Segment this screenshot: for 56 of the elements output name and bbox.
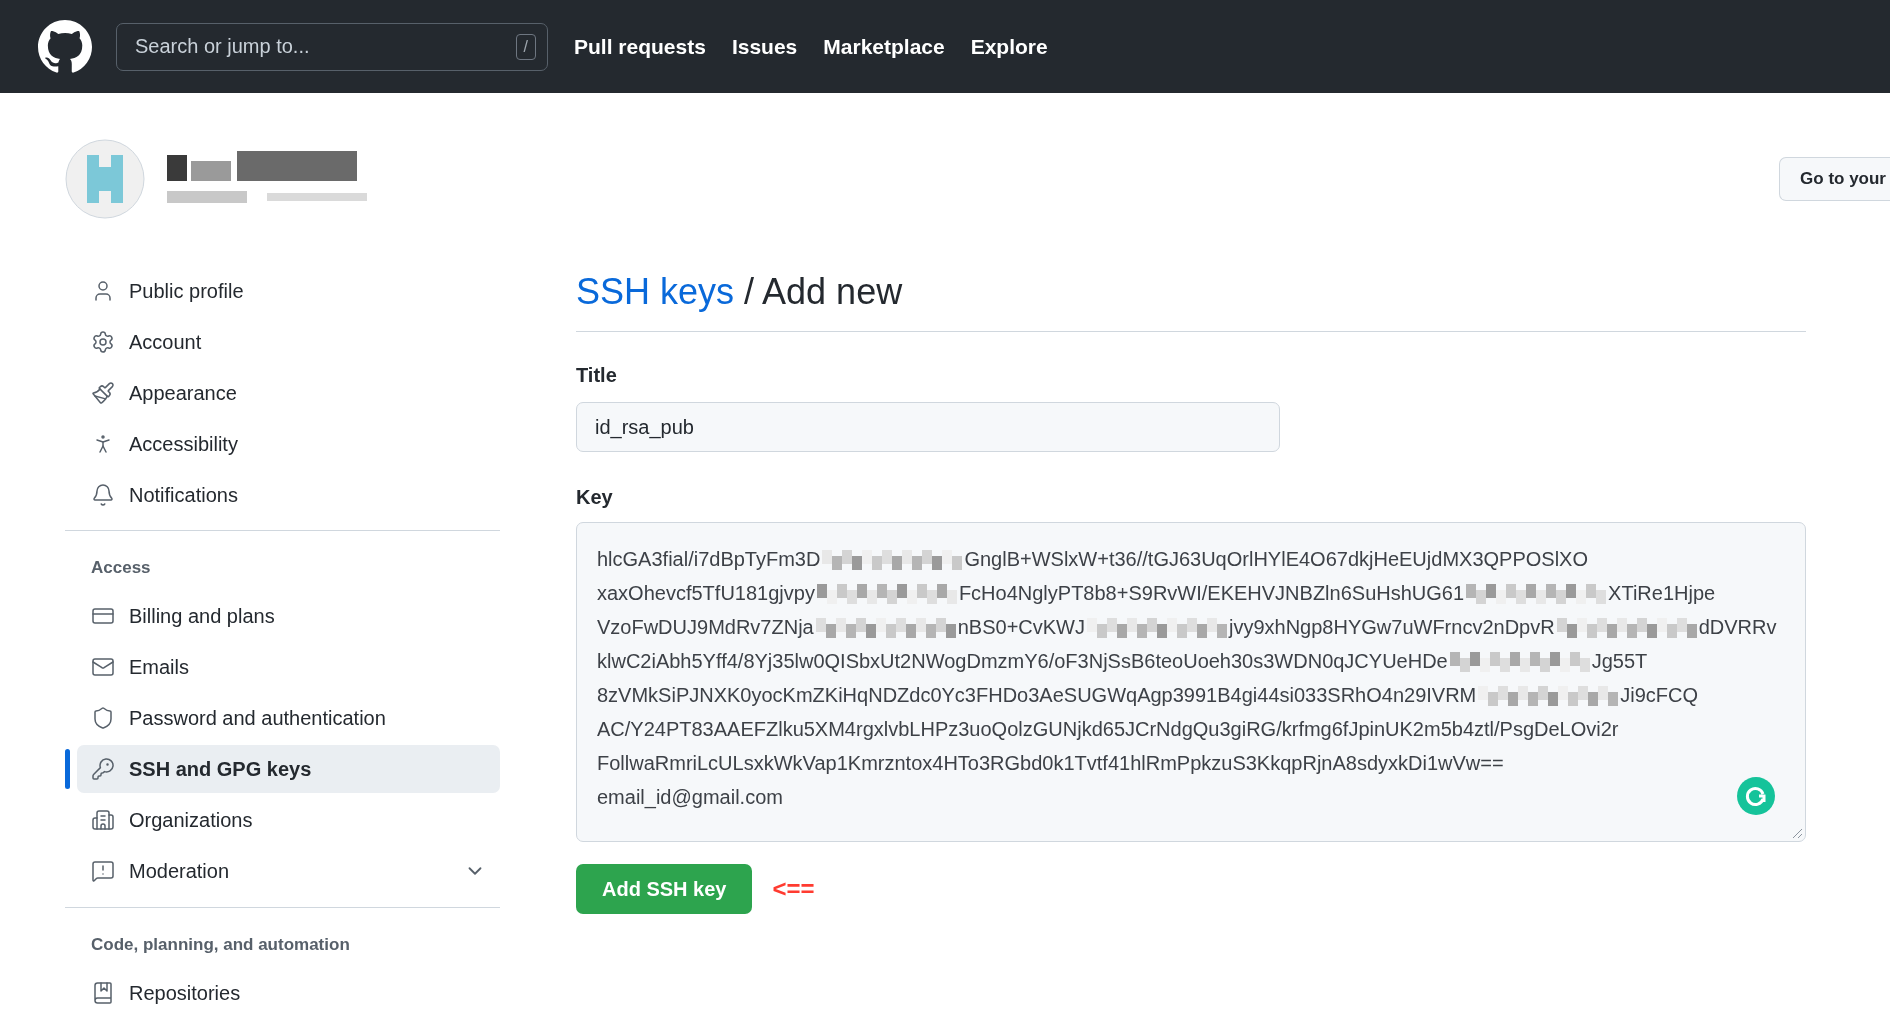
paintbrush-icon bbox=[91, 380, 115, 405]
key-text: Ji9cFCQ bbox=[1620, 683, 1699, 708]
key-text: xaxOhevcf5TfU181gjvpy bbox=[597, 581, 815, 606]
sidebar-item[interactable]: Emails bbox=[77, 643, 500, 691]
sidebar-item[interactable]: Public profile bbox=[77, 266, 500, 315]
page-title: / Add new bbox=[744, 270, 903, 314]
sidebar-item[interactable]: Account bbox=[77, 317, 500, 366]
field-label: Key bbox=[576, 485, 614, 510]
profile-button[interactable]: Go to your bbox=[1779, 157, 1890, 201]
arrow-annotation: <== bbox=[772, 874, 815, 904]
gear-icon bbox=[91, 329, 115, 354]
key-text: XTiRe1Hjpe bbox=[1608, 581, 1716, 606]
key-text: dDVRRv bbox=[1698, 615, 1777, 640]
breadcrumb-link[interactable]: SSH keys bbox=[576, 265, 735, 319]
selected-indicator bbox=[65, 749, 70, 789]
key-text: FollwaRmriLcULsxkWkVap1Kmrzntox4HTo3RGbd0k1Tvtf41hlRmPpkzuS3KkqpRjnA8sdyxkDi1wVw== bbox=[597, 751, 1504, 776]
avatar-icon bbox=[65, 139, 145, 219]
sidebar-item[interactable]: SSH and GPG keys bbox=[77, 745, 500, 793]
resize-handle-icon[interactable] bbox=[1791, 827, 1803, 839]
sidebar-item[interactable]: Password and authentication bbox=[77, 694, 500, 742]
shield-icon bbox=[91, 706, 115, 730]
key-text: AC/Y24PT83AAEFZlku5XM4rgxlvbLHPz3uoQolzGUNjkd65JCrNdgQu3giRG/krfmg6fJpinUK2m5b4ztl/PsgDeLOvi2r bbox=[597, 717, 1619, 742]
key-text: hlcGA3fial/i7dBpTyFm3D bbox=[597, 547, 821, 572]
sidebar-item[interactable]: Billing and plans bbox=[77, 592, 500, 640]
building-icon bbox=[91, 808, 115, 832]
key-text: GnglB+WSlxW+t36//tGJ63UqOrlHYlE4O67dkjHeEUjdMX3QPPOSlXO bbox=[964, 547, 1588, 572]
key-field[interactable] bbox=[576, 522, 1806, 842]
octocat-logo-icon[interactable] bbox=[38, 19, 92, 74]
book-icon bbox=[91, 980, 115, 1005]
sidebar-item[interactable]: Repositories bbox=[77, 968, 500, 1017]
bell-icon bbox=[91, 482, 115, 507]
key-icon bbox=[91, 757, 115, 781]
mail-icon bbox=[91, 655, 115, 679]
sidebar-item[interactable]: Appearance bbox=[77, 368, 500, 417]
shortcut-key: / bbox=[515, 33, 536, 60]
sidebar-item[interactable]: Accessibility bbox=[77, 419, 500, 468]
field-label: Title bbox=[576, 363, 618, 388]
nav-link[interactable]: Explore bbox=[970, 30, 1048, 63]
key-text: klwC2iAbh5Yff4/8Yj35lw0QISbxUt2NWogDmzmY6/oF3NjSsB6teoUoeh30s3WDN0qJCYUeHDe bbox=[597, 649, 1448, 674]
nav-link[interactable]: Pull requests bbox=[574, 30, 706, 63]
key-text: VzoFwDUJ9MdRv7ZNja bbox=[597, 615, 814, 640]
alert-comment-icon bbox=[91, 859, 115, 883]
key-text: jvy9xhNgp8HYGw7uWFrncv2nDpvR bbox=[1229, 615, 1555, 640]
nav-link[interactable]: Marketplace bbox=[823, 30, 945, 63]
section-heading: Access bbox=[90, 557, 152, 579]
key-text: email_id@gmail.com bbox=[597, 785, 783, 811]
sidebar-item[interactable]: Organizations bbox=[77, 796, 500, 844]
section-heading: Code, planning, and automation bbox=[90, 933, 351, 956]
sidebar-item[interactable]: Notifications bbox=[77, 470, 500, 519]
key-text: 8zVMkSiPJNXK0yocKmZKiHqNDZdc0Yc3FHDo3AeSUGWqAgp3991B4gi44si033SRhO4n29IVRM bbox=[597, 683, 1477, 708]
sidebar-item[interactable]: Moderation bbox=[77, 847, 500, 895]
title-field[interactable]: id_rsa_pub bbox=[576, 402, 1280, 452]
key-text: nBS0+CvKWJ bbox=[957, 615, 1085, 640]
key-text: Jg55T bbox=[1591, 649, 1648, 674]
key-text: FcHo4NglyPT8b8+S9RvWI/EKEHVJNBZln6SuHshUG61 bbox=[958, 581, 1465, 606]
nav-link[interactable]: Issues bbox=[731, 30, 798, 63]
